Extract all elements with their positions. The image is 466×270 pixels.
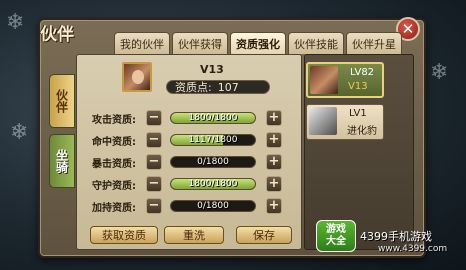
attribute-label: 加持资质: xyxy=(92,202,136,214)
attribute-row-attack: 攻击资质: − 1800/1800 + xyxy=(92,110,282,126)
companion-portrait xyxy=(122,62,152,92)
reset-button[interactable]: 重洗 xyxy=(164,226,224,244)
decrease-button[interactable]: − xyxy=(146,198,162,214)
increase-button[interactable]: + xyxy=(266,132,282,148)
tab-bar: 我的伙伴 伙伴获得 资质强化 伙伴技能 伙伴升星 xyxy=(114,32,402,54)
companion-thumbnail xyxy=(310,66,338,94)
snow-tree-decoration: ❄ xyxy=(6,10,25,35)
attribute-row-hit: 命中资质: − 1117/1800 + xyxy=(92,132,282,148)
attribute-row-guard: 守护资质: − 1800/1800 + xyxy=(92,176,282,192)
attribute-value: 0/1800 xyxy=(197,201,229,211)
companion-list-level: LV82 xyxy=(350,67,375,78)
attribute-value: 1117/1800 xyxy=(188,135,238,145)
companion-list-item[interactable]: LV1 进化豹 xyxy=(306,104,384,140)
attribute-bar: 0/1800 xyxy=(170,200,256,212)
companion-list-level: LV1 xyxy=(349,108,367,119)
attribute-label: 守护资质: xyxy=(92,180,136,192)
attribute-label: 攻击资质: xyxy=(92,114,136,126)
aptitude-points-label: 资质点: xyxy=(175,81,212,94)
attribute-bar: 1800/1800 xyxy=(170,112,256,124)
acquire-aptitude-button[interactable]: 获取资质 xyxy=(90,226,158,244)
companion-list-item[interactable]: LV82 V13 xyxy=(306,62,384,98)
decrease-button[interactable]: − xyxy=(146,176,162,192)
tab-companion-skills[interactable]: 伙伴技能 xyxy=(288,32,344,54)
side-tab-mount[interactable]: 坐骑 xyxy=(49,134,75,188)
watermark-logo-text: 大全 xyxy=(326,236,346,247)
close-icon: ✕ xyxy=(401,19,415,38)
attribute-label: 命中资质: xyxy=(92,136,136,148)
aptitude-points: 资质点: 107 xyxy=(166,80,270,94)
attribute-label: 暴击资质: xyxy=(92,158,136,170)
watermark-logo-text: 游戏 xyxy=(326,224,346,235)
watermark-site: 4399手机游戏 xyxy=(360,230,432,243)
tab-my-companions[interactable]: 我的伙伴 xyxy=(114,32,170,54)
leopard-thumbnail xyxy=(309,107,337,135)
decrease-button[interactable]: − xyxy=(146,154,162,170)
companion-list-sub: V13 xyxy=(348,81,368,92)
increase-button[interactable]: + xyxy=(266,110,282,126)
watermark-logo: 游戏 大全 xyxy=(316,220,356,252)
snow-tree-decoration: ❄ xyxy=(10,120,29,145)
tab-aptitude-enhance[interactable]: 资质强化 xyxy=(230,32,286,54)
aptitude-points-value: 107 xyxy=(217,80,239,94)
attribute-bar: 0/1800 xyxy=(170,156,256,168)
save-button[interactable]: 保存 xyxy=(236,226,292,244)
attribute-value: 1800/1800 xyxy=(188,179,238,189)
attribute-value: 0/1800 xyxy=(197,157,229,167)
side-tab-companion[interactable]: 伙伴 xyxy=(49,74,75,128)
tab-companion-star-up[interactable]: 伙伴升星 xyxy=(346,32,402,54)
watermark-url: www.4399.com xyxy=(378,244,448,254)
decrease-button[interactable]: − xyxy=(146,132,162,148)
attribute-bar: 1117/1800 xyxy=(170,134,256,146)
tab-companion-obtain[interactable]: 伙伴获得 xyxy=(172,32,228,54)
increase-button[interactable]: + xyxy=(266,154,282,170)
increase-button[interactable]: + xyxy=(266,198,282,214)
attribute-row-blessing: 加持资质: − 0/1800 + xyxy=(92,198,282,214)
decrease-button[interactable]: − xyxy=(146,110,162,126)
attribute-row-critical: 暴击资质: − 0/1800 + xyxy=(92,154,282,170)
attribute-value: 1800/1800 xyxy=(188,113,238,123)
increase-button[interactable]: + xyxy=(266,176,282,192)
window-title: 伙伴 xyxy=(40,25,74,45)
companion-list-sub: 进化豹 xyxy=(347,126,377,137)
snow-tree-decoration: ❄ xyxy=(430,60,449,85)
portrait-face xyxy=(132,70,144,84)
companion-level: V13 xyxy=(200,63,224,76)
attribute-bar: 1800/1800 xyxy=(170,178,256,190)
